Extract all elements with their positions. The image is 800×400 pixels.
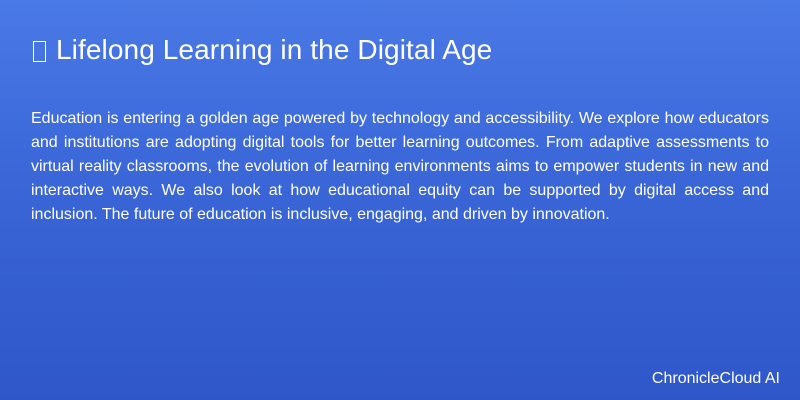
slide-title: Lifelong Learning in the Digital Age	[56, 34, 493, 65]
title-row: Lifelong Learning in the Digital Age	[33, 32, 492, 68]
slide-body-text: Education is entering a golden age power…	[31, 110, 769, 223]
slide: Lifelong Learning in the Digital Age Edu…	[0, 0, 800, 400]
missing-glyph-box-icon	[33, 40, 46, 62]
brand-label: ChronicleCloud AI	[651, 370, 780, 387]
